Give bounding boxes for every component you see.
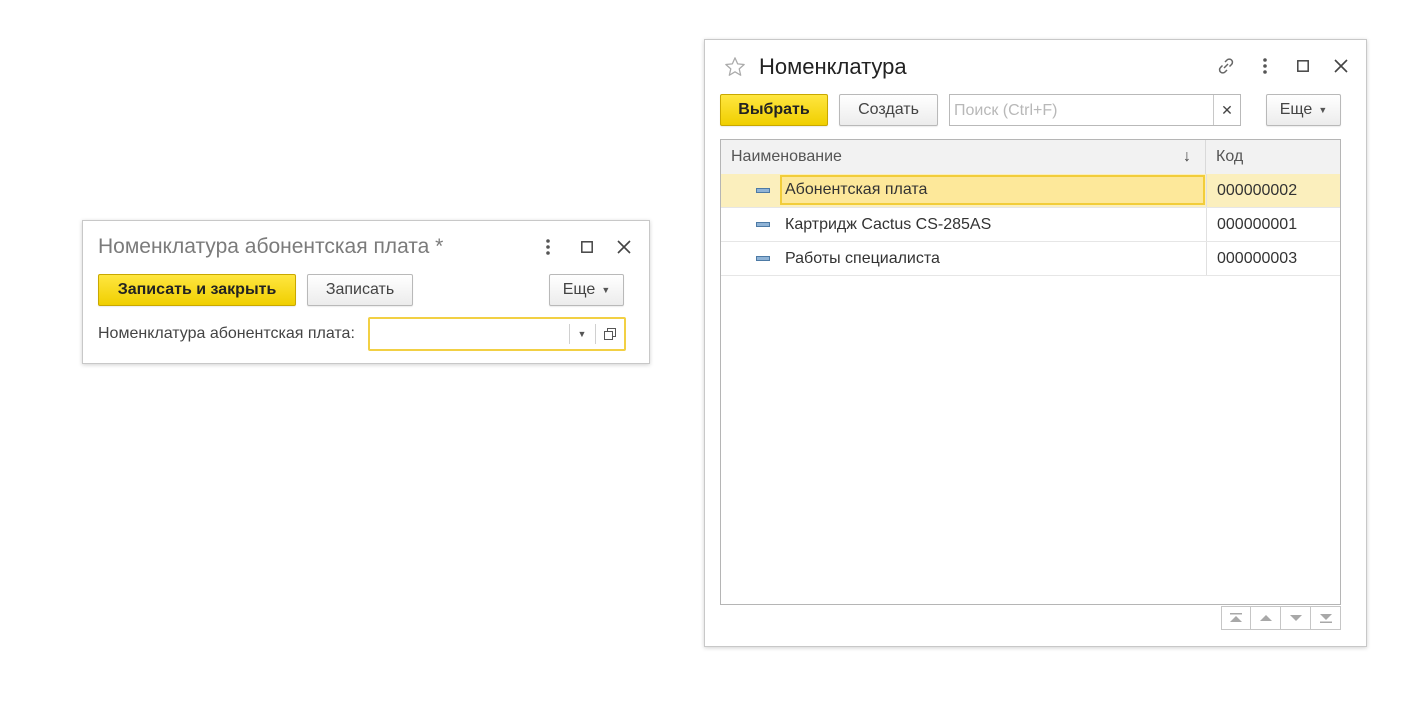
column-header-code-label: Код <box>1216 148 1244 165</box>
prev-icon[interactable] <box>1251 606 1281 630</box>
more-vert-icon[interactable] <box>538 235 558 259</box>
clear-icon[interactable]: ✕ <box>1213 95 1240 125</box>
save-and-close-button[interactable]: Записать и закрыть <box>98 274 296 306</box>
save-button[interactable]: Записать <box>307 274 413 306</box>
row-name: Картридж Cactus CS-285AS <box>785 215 992 233</box>
star-icon[interactable] <box>723 54 747 80</box>
last-page-icon[interactable] <box>1311 606 1341 630</box>
table-row[interactable]: Работы специалиста 000000003 <box>721 242 1340 276</box>
item-icon <box>756 188 770 193</box>
maximize-icon[interactable] <box>1293 53 1313 79</box>
table-navigation <box>1221 606 1342 631</box>
search-field: ✕ <box>949 94 1241 127</box>
table-row[interactable]: Картридж Cactus CS-285AS 000000001 <box>721 208 1340 242</box>
more-button[interactable]: Еще ▼ <box>1266 94 1341 126</box>
close-icon[interactable] <box>1331 53 1351 79</box>
sort-arrow-icon: ↓ <box>1183 148 1191 165</box>
window-title: Номенклатура абонентская плата * <box>98 235 444 258</box>
item-form-window: Номенклатура абонентская плата * Записат… <box>82 220 650 364</box>
row-name: Абонентская плата <box>780 175 1205 205</box>
create-button[interactable]: Создать <box>839 94 938 126</box>
link-icon[interactable] <box>1214 53 1238 79</box>
item-table: Наименование ↓ Код Абонентская плата 000… <box>720 139 1341 605</box>
close-icon[interactable] <box>614 235 634 259</box>
row-name: Работы специалиста <box>785 249 940 267</box>
table-row[interactable]: Абонентская плата 000000002 <box>721 174 1340 208</box>
dropdown-icon[interactable]: ▼ <box>569 324 594 344</box>
next-icon[interactable] <box>1281 606 1311 630</box>
maximize-icon[interactable] <box>577 235 597 259</box>
row-code: 000000002 <box>1206 174 1340 207</box>
row-code: 000000001 <box>1206 208 1340 241</box>
chevron-down-icon: ▼ <box>1318 105 1328 115</box>
table-header: Наименование ↓ Код <box>721 140 1340 175</box>
chevron-down-icon: ▼ <box>601 285 611 295</box>
column-header-name[interactable]: Наименование ↓ <box>721 140 1206 174</box>
select-button[interactable]: Выбрать <box>720 94 828 126</box>
item-list-window: Номенклатура Выбрать Создать ✕ Еще ▼ Наим… <box>704 39 1367 647</box>
column-header-name-label: Наименование <box>731 148 842 165</box>
more-button[interactable]: Еще ▼ <box>549 274 624 306</box>
more-vert-icon[interactable] <box>1255 53 1275 79</box>
first-page-icon[interactable] <box>1221 606 1251 630</box>
open-form-icon[interactable] <box>595 324 624 344</box>
more-button-label: Еще <box>1279 101 1313 118</box>
search-input[interactable] <box>952 95 1226 127</box>
row-code: 000000003 <box>1206 242 1340 275</box>
item-field[interactable]: ▼ <box>368 317 626 351</box>
item-icon <box>756 256 770 261</box>
window-title: Номенклатура <box>759 54 907 79</box>
more-button-label: Еще <box>562 281 596 298</box>
column-header-code[interactable]: Код <box>1206 140 1340 174</box>
item-icon <box>756 222 770 227</box>
item-field-label: Номенклатура абонентская плата: <box>98 325 355 342</box>
